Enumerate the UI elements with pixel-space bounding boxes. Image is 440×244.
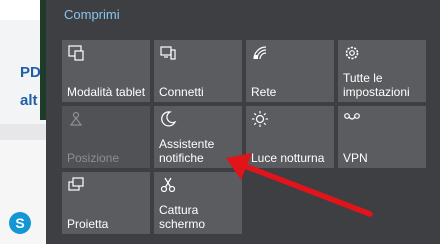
skype-taskbar-icon[interactable]: S [9, 212, 31, 234]
project-icon [68, 177, 84, 191]
background-text-snippet: PD [20, 64, 41, 81]
tile-focus-assist[interactable]: Assistente notifiche [154, 106, 242, 168]
background-divider [0, 124, 46, 140]
background-window: PD alt [0, 0, 46, 244]
tile-tablet-mode[interactable]: Modalità tablet [62, 40, 150, 102]
tile-label: Rete [251, 85, 277, 99]
screen-snip-icon [160, 177, 176, 193]
tile-label: Modalità tablet [67, 85, 146, 99]
background-text-snippet: alt [20, 92, 38, 109]
vpn-icon [344, 113, 360, 120]
tile-screen-snip[interactable]: Cattura schermo [154, 172, 242, 234]
tile-label: Assistente notifiche [159, 137, 215, 165]
tile-label: VPN [343, 151, 368, 165]
tile-connect[interactable]: Connetti [154, 40, 242, 102]
tile-all-settings[interactable]: Tutte le impostazioni [338, 40, 426, 102]
tile-label: Posizione [67, 151, 120, 165]
tile-location[interactable]: Posizione [62, 106, 150, 168]
moon-icon [161, 111, 177, 127]
network-icon [253, 46, 267, 60]
settings-gear-icon [345, 46, 359, 60]
tile-label: Luce notturna [251, 151, 325, 165]
action-center-panel: Comprimi Modalità tablet Connetti Rete T… [46, 0, 440, 244]
tile-label: Cattura schermo [159, 203, 206, 231]
tile-network[interactable]: Rete [246, 40, 334, 102]
location-icon [69, 111, 83, 126]
tile-project[interactable]: Proietta [62, 172, 150, 234]
tile-vpn[interactable]: VPN [338, 106, 426, 168]
tile-label: Tutte le impostazioni [343, 71, 410, 99]
connect-icon [160, 46, 176, 60]
tile-label: Connetti [159, 85, 204, 99]
tablet-mode-icon [68, 45, 84, 61]
tile-label: Proietta [67, 217, 109, 231]
collapse-link[interactable]: Comprimi [64, 7, 120, 22]
tile-night-light[interactable]: Luce notturna [246, 106, 334, 168]
brightness-icon [252, 111, 268, 127]
